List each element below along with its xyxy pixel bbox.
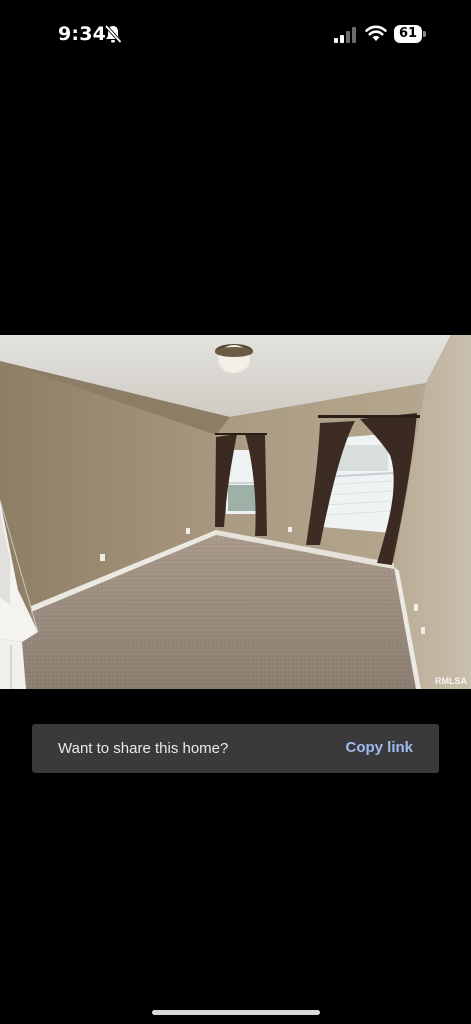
battery-level: 61 <box>398 26 418 41</box>
share-banner: Want to share this home? Copy link <box>32 724 439 773</box>
status-time: 9:34 <box>58 23 107 45</box>
photo-watermark: RMLSA <box>435 676 467 686</box>
bell-slash-icon <box>104 24 122 44</box>
listing-photo[interactable]: RMLSA <box>0 335 471 689</box>
battery-icon: 61 <box>394 25 426 43</box>
copy-link-button[interactable]: Copy link <box>345 739 413 756</box>
cellular-signal-icon <box>334 27 356 43</box>
battery-tip <box>423 31 426 37</box>
status-bar: 9:34 61 <box>0 0 471 70</box>
home-indicator[interactable] <box>152 1010 320 1015</box>
share-prompt: Want to share this home? <box>58 740 229 757</box>
wifi-icon <box>365 25 387 41</box>
room-photo-image <box>0 335 471 689</box>
